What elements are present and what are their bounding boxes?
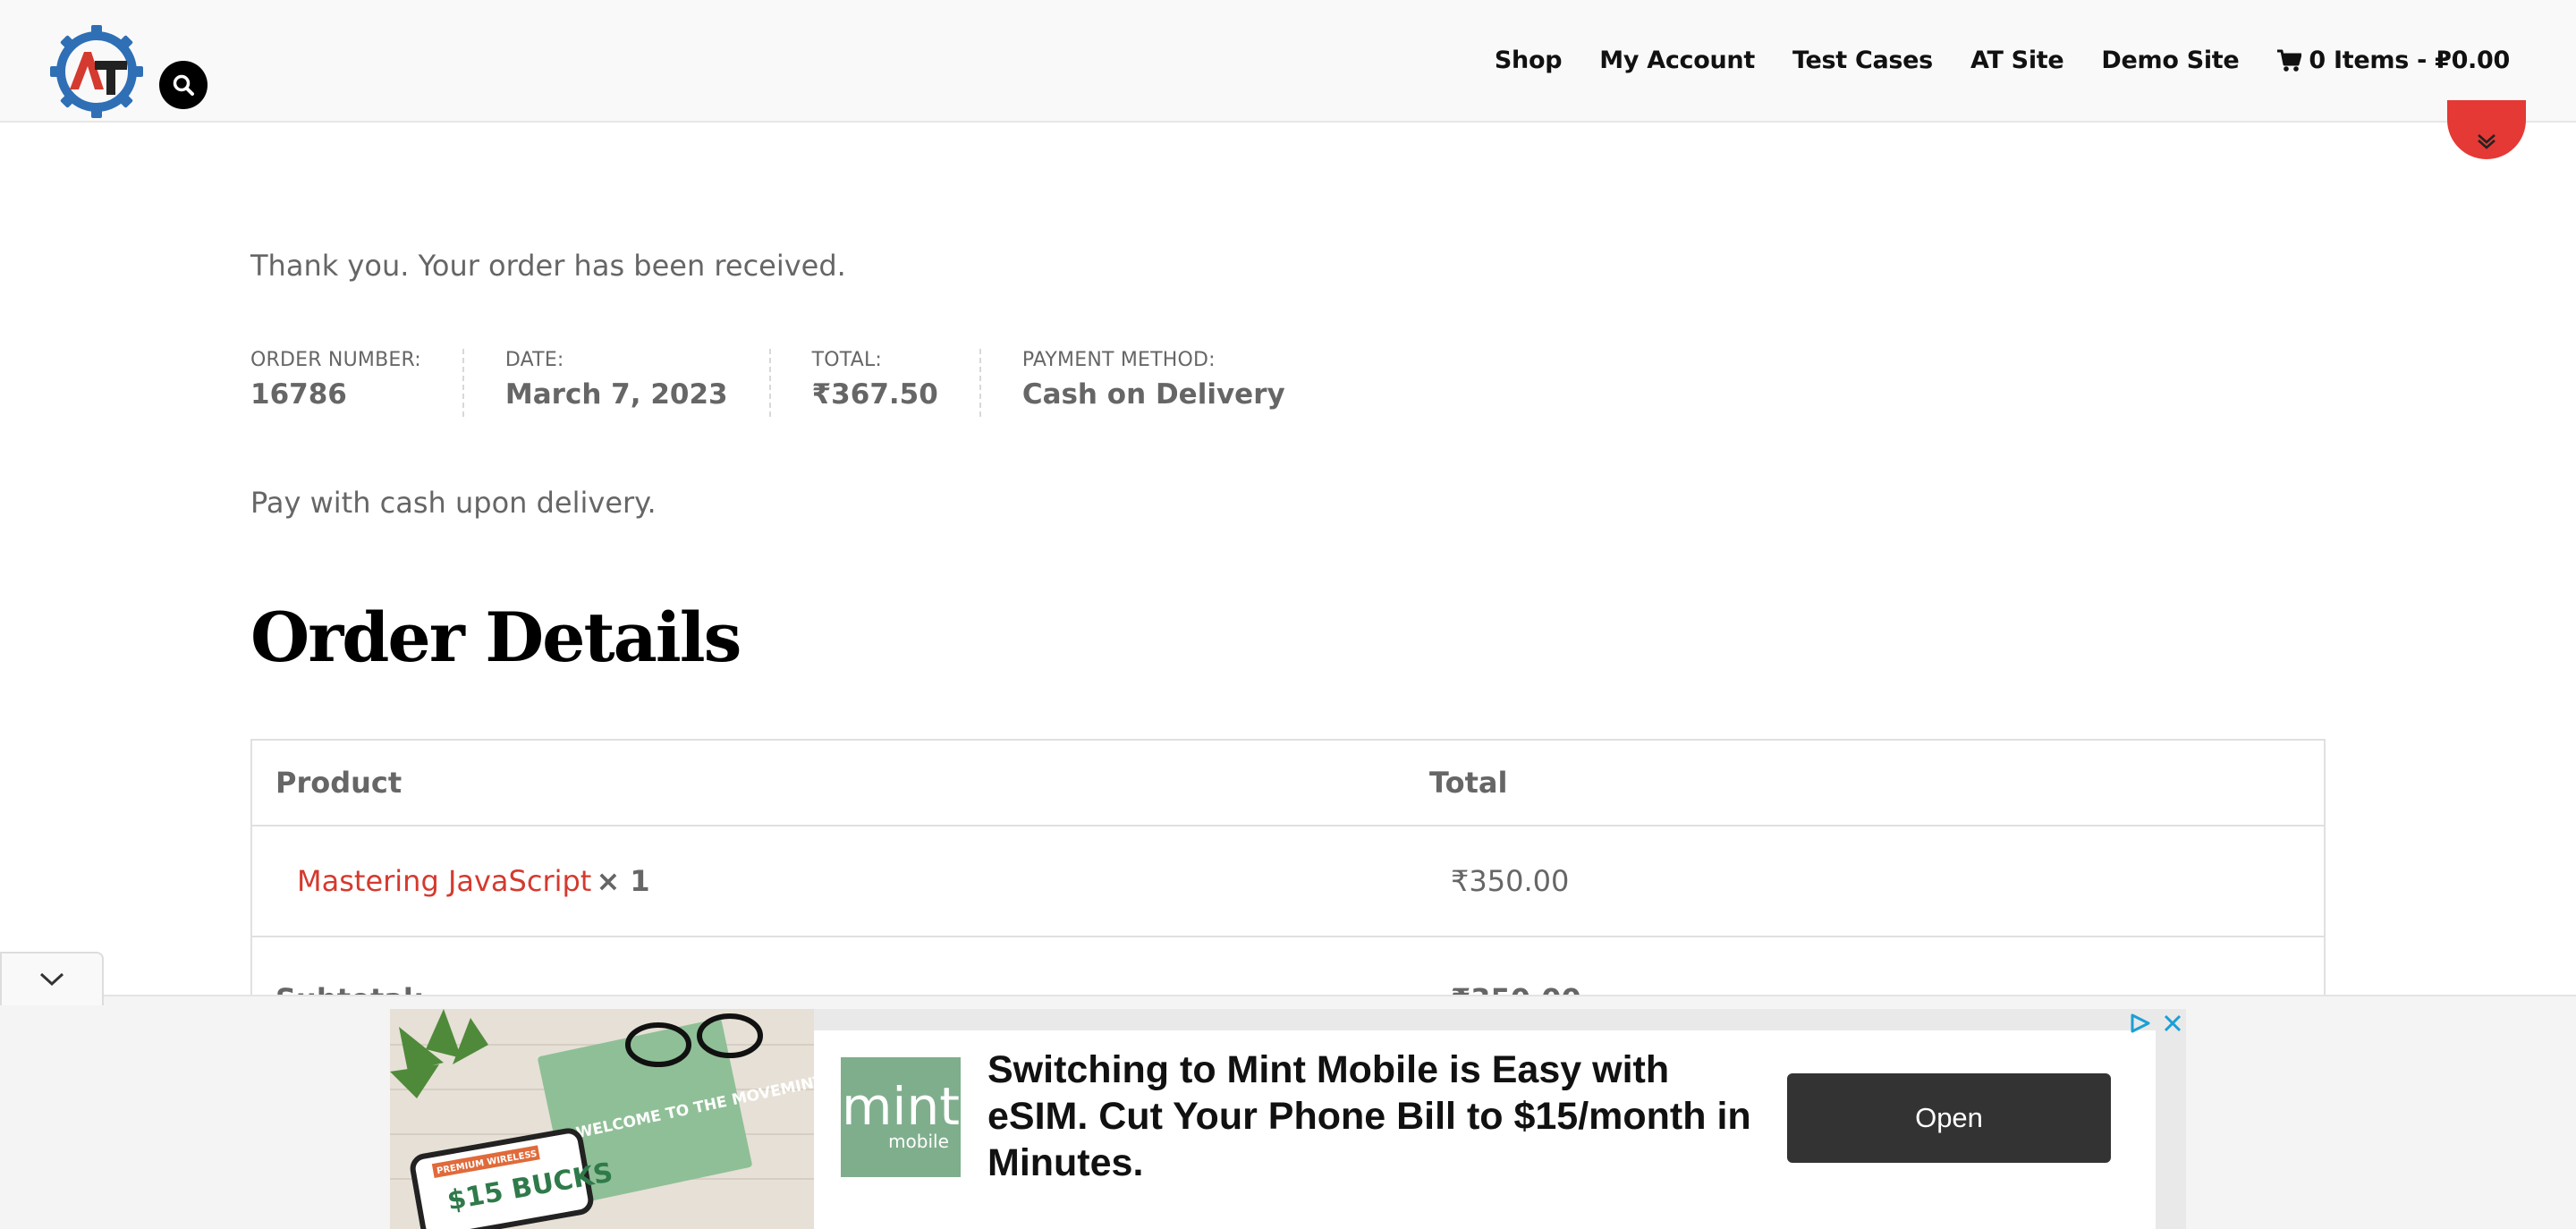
table-row: Mastering JavaScript × 1 ₹350.00 <box>252 826 2324 937</box>
order-total-value: ₹367.50 <box>811 378 938 411</box>
ad-image: WELCOME TO THE MOVEMINT PREMIUM WIRELESS… <box>390 1009 814 1229</box>
search-button[interactable] <box>159 61 208 109</box>
site-header: Shop My Account Test Cases AT Site Demo … <box>0 0 2576 123</box>
payment-method-label: Payment method: <box>1021 349 1216 371</box>
site-logo[interactable] <box>50 25 143 118</box>
ad-collapse-button[interactable] <box>0 952 104 1005</box>
order-total-label: Total: <box>811 349 883 371</box>
mint-logo-top: mint <box>841 1076 961 1137</box>
product-cell: Mastering JavaScript × 1 <box>252 864 1406 898</box>
ad-promo-illustration: WELCOME TO THE MOVEMINT PREMIUM WIRELESS… <box>390 1009 814 1229</box>
gear-logo-icon <box>50 25 143 118</box>
order-date-label: Date: <box>504 349 564 371</box>
adchoices-icon[interactable] <box>2129 1013 2152 1034</box>
mint-mobile-logo: mint mobile <box>841 1057 961 1177</box>
close-icon[interactable] <box>2163 1013 2182 1033</box>
header-total: Total <box>1429 766 1508 800</box>
chevron-down-icon <box>39 972 64 987</box>
main-nav: Shop My Account Test Cases AT Site Demo … <box>1495 47 2510 74</box>
nav-at-site[interactable]: AT Site <box>1970 47 2064 74</box>
payment-note: Pay with cash upon delivery. <box>250 486 657 520</box>
cart-icon <box>2277 49 2302 72</box>
header-product: Product <box>275 766 402 800</box>
nav-demo-site[interactable]: Demo Site <box>2101 47 2239 74</box>
order-overview: Order number: 16786 Date: March 7, 2023 … <box>250 349 1368 417</box>
nav-my-account[interactable]: My Account <box>1599 47 1755 74</box>
payment-method: Payment method: Cash on Delivery <box>1022 349 1326 417</box>
advertisement[interactable]: WELCOME TO THE MOVEMINT PREMIUM WIRELESS… <box>390 1009 2186 1229</box>
product-link[interactable]: Mastering JavaScript <box>297 864 591 898</box>
payment-method-value: Cash on Delivery <box>1021 378 1285 411</box>
mint-logo-bottom: mobile <box>888 1131 949 1152</box>
order-details-title: Order Details <box>250 598 741 677</box>
ad-open-button[interactable]: Open <box>1787 1073 2111 1163</box>
ad-headline: Switching to Mint Mobile is Easy with eS… <box>987 1048 1751 1184</box>
order-date: Date: March 7, 2023 <box>505 349 771 417</box>
order-details-table: Product Total Mastering JavaScript × 1 ₹… <box>250 739 2326 1016</box>
order-total: Total: ₹367.50 <box>812 349 981 417</box>
product-quantity: × 1 <box>596 864 650 898</box>
cart-link[interactable]: 0 Items - ₽0.00 <box>2276 47 2510 74</box>
nav-shop[interactable]: Shop <box>1495 47 1563 74</box>
order-number: Order number: 16786 <box>250 349 464 417</box>
nav-test-cases[interactable]: Test Cases <box>1792 47 1933 74</box>
order-date-value: March 7, 2023 <box>504 378 728 411</box>
ad-controls <box>2129 1013 2182 1034</box>
cart-summary: 0 Items - ₽0.00 <box>2309 47 2510 74</box>
chevron-double-down-icon <box>2478 134 2496 149</box>
search-icon <box>173 74 194 96</box>
order-number-label: Order number: <box>250 349 421 371</box>
scroll-down-button[interactable] <box>2447 100 2526 159</box>
order-number-value: 16786 <box>250 378 347 411</box>
table-header-row: Product Total <box>252 741 2324 826</box>
product-total: ₹350.00 <box>1451 864 1570 898</box>
order-received-message: Thank you. Your order has been received. <box>250 249 846 283</box>
